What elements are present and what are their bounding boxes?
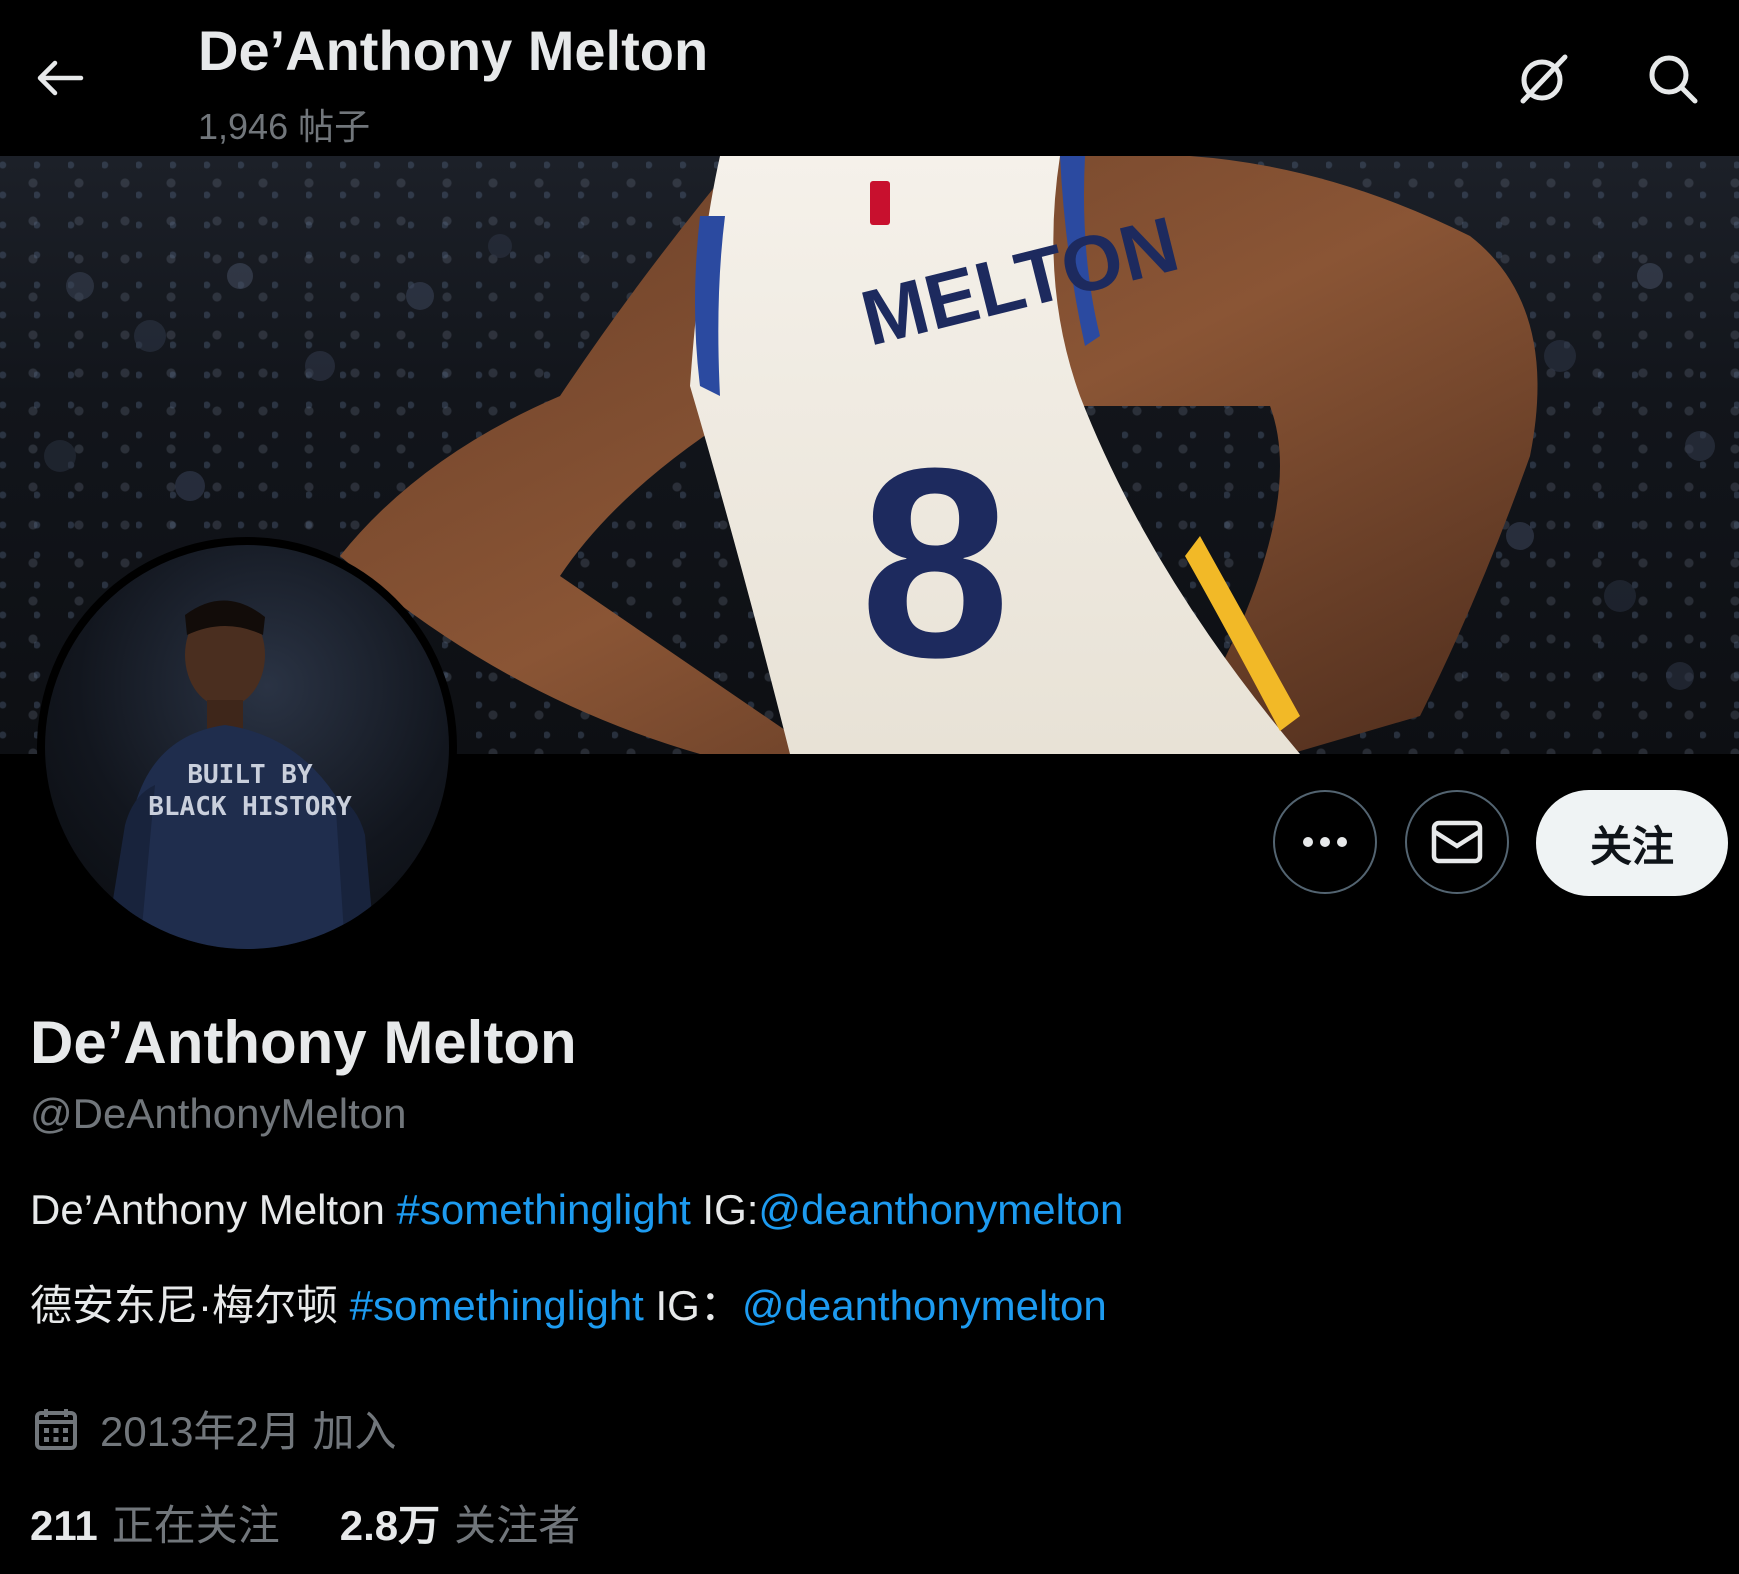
grok-button[interactable] — [1508, 44, 1578, 114]
follow-stats: 211 正在关注 2.8万 关注者 — [30, 1492, 580, 1553]
post-count: 1,946 帖子 — [198, 106, 371, 147]
search-button[interactable] — [1638, 44, 1708, 114]
bio-text: De’Anthony Melton — [30, 1186, 397, 1233]
followers-label: 关注者 — [454, 1502, 581, 1549]
back-button[interactable] — [30, 50, 90, 106]
bio-text: IG： — [643, 1282, 742, 1329]
shirt-text-line2: BLACK HISTORY — [148, 792, 352, 822]
envelope-icon — [1431, 820, 1483, 864]
display-name: De’Anthony Melton — [30, 1009, 577, 1076]
more-icon — [1303, 837, 1347, 847]
avatar[interactable]: BUILT BY BLACK HISTORY — [37, 537, 457, 957]
bio-line-1: De’Anthony Melton #somethinglight IG:@de… — [30, 1186, 1123, 1234]
following-count: 211 — [30, 1502, 98, 1549]
mention-link[interactable]: @deanthonymelton — [742, 1282, 1107, 1329]
joined-date: 2013年2月 加入 — [34, 1398, 396, 1459]
grok-icon — [1520, 54, 1568, 104]
followers-count: 2.8万 — [339, 1502, 441, 1549]
following-link[interactable]: 211 正在关注 — [30, 1492, 280, 1553]
message-button[interactable] — [1405, 790, 1509, 894]
top-bar: De’Anthony Melton 1,946 帖子 — [0, 0, 1739, 156]
more-button[interactable] — [1273, 790, 1377, 894]
hashtag-link[interactable]: #somethinglight — [397, 1186, 691, 1233]
header-title: De’Anthony Melton — [198, 19, 709, 82]
bio-line-2: 德安东尼·梅尔顿 #somethinglight IG：@deanthonyme… — [30, 1272, 1107, 1333]
avatar-image: BUILT BY BLACK HISTORY — [105, 600, 375, 949]
joined-text: 2013年2月 加入 — [100, 1408, 397, 1455]
shirt-text-line1: BUILT BY — [187, 760, 313, 790]
bio-text: 德安东尼·梅尔顿 — [30, 1282, 350, 1329]
hashtag-link[interactable]: #somethinglight — [350, 1282, 644, 1329]
follow-button[interactable]: 关注 — [1536, 790, 1728, 896]
calendar-icon — [35, 1408, 77, 1450]
mention-link[interactable]: @deanthonymelton — [758, 1186, 1123, 1233]
user-handle: @DeAnthonyMelton — [30, 1090, 407, 1137]
bio-text: IG: — [690, 1186, 759, 1233]
followers-link[interactable]: 2.8万 关注者 — [340, 1492, 580, 1553]
following-label: 正在关注 — [111, 1502, 280, 1549]
search-icon — [1649, 55, 1698, 104]
arrow-left-icon — [37, 60, 84, 96]
jersey-number-text: 8 — [860, 413, 1010, 714]
